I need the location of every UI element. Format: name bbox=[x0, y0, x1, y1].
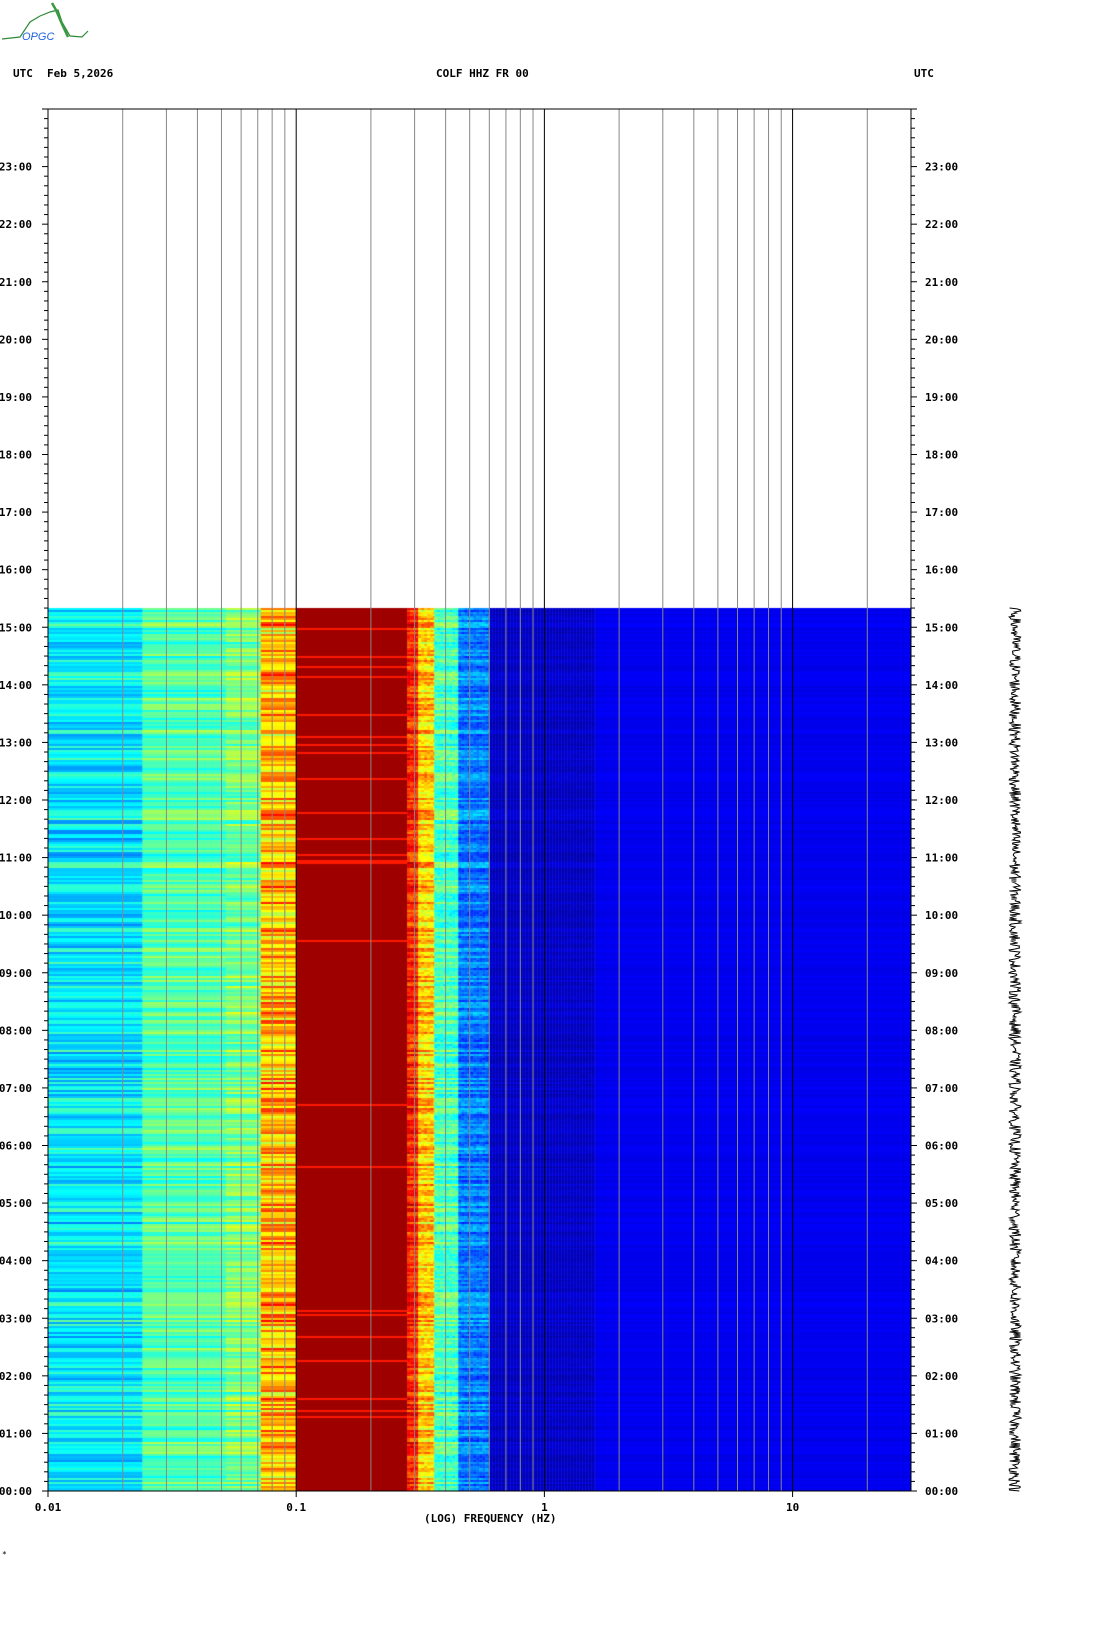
y-tick-label-left: 22:00 bbox=[0, 218, 32, 231]
y-tick-label-right: 18:00 bbox=[925, 449, 958, 462]
chart-overlay: 00:00 00:00 01:00 01:00 02:00 02:00 03:00 03:00… bbox=[0, 108, 1023, 1514]
y-tick-label-right: 04:00 bbox=[925, 1255, 958, 1268]
y-tick-label-right: 10:00 bbox=[925, 909, 958, 922]
y-tick-label-right: 16:00 bbox=[925, 564, 958, 577]
y-tick-label-left: 07:00 bbox=[0, 1082, 32, 1095]
y-tick-label-left: 14:00 bbox=[0, 679, 32, 692]
y-tick-label-right: 12:00 bbox=[925, 794, 958, 807]
spectrogram-page: OPGC UTC Feb 5,2026 COLF HHZ FR 00 UTC 0… bbox=[0, 0, 1102, 1634]
y-tick-label-right: 03:00 bbox=[925, 1312, 958, 1325]
y-tick-label-right: 02:00 bbox=[925, 1370, 958, 1383]
y-tick-label-right: 13:00 bbox=[925, 736, 958, 749]
y-tick-label-right: 01:00 bbox=[925, 1427, 958, 1440]
y-tick-label-left: 09:00 bbox=[0, 967, 32, 980]
x-axis-label: (LOG) FREQUENCY (HZ) bbox=[424, 1512, 557, 1525]
y-tick-label-left: 16:00 bbox=[0, 564, 32, 577]
y-tick-label-right: 07:00 bbox=[925, 1082, 958, 1095]
y-tick-label-right: 05:00 bbox=[925, 1197, 958, 1210]
y-tick-label-right: 09:00 bbox=[925, 967, 958, 980]
y-tick-label-left: 10:00 bbox=[0, 909, 32, 922]
y-tick-label-left: 00:00 bbox=[0, 1485, 32, 1498]
y-tick-label-left: 02:00 bbox=[0, 1370, 32, 1383]
y-tick-label-right: 14:00 bbox=[925, 679, 958, 692]
y-tick-label-left: 23:00 bbox=[0, 161, 32, 174]
y-tick-label-right: 15:00 bbox=[925, 621, 958, 634]
y-tick-label-left: 13:00 bbox=[0, 736, 32, 749]
y-tick-label-right: 11:00 bbox=[925, 852, 958, 865]
y-tick-label-left: 18:00 bbox=[0, 449, 32, 462]
y-tick-label-left: 06:00 bbox=[0, 1140, 32, 1153]
y-tick-label-left: 15:00 bbox=[0, 621, 32, 634]
y-tick-label-left: 03:00 bbox=[0, 1312, 32, 1325]
y-tick-label-right: 08:00 bbox=[925, 1024, 958, 1037]
y-tick-label-left: 21:00 bbox=[0, 276, 32, 289]
y-tick-label-left: 01:00 bbox=[0, 1427, 32, 1440]
seismogram-trace bbox=[1007, 607, 1023, 1492]
y-tick-label-right: 00:00 bbox=[925, 1485, 958, 1498]
y-tick-label-right: 20:00 bbox=[925, 333, 958, 346]
y-tick-label-left: 04:00 bbox=[0, 1255, 32, 1268]
y-tick-label-left: 19:00 bbox=[0, 391, 32, 404]
y-tick-label-left: 11:00 bbox=[0, 852, 32, 865]
y-tick-label-right: 21:00 bbox=[925, 276, 958, 289]
y-tick-label-right: 06:00 bbox=[925, 1140, 958, 1153]
y-tick-label-left: 17:00 bbox=[0, 506, 32, 519]
x-tick-label: 0.1 bbox=[286, 1501, 306, 1514]
y-tick-label-left: 20:00 bbox=[0, 333, 32, 346]
y-tick-label-left: 08:00 bbox=[0, 1024, 32, 1037]
y-tick-label-right: 17:00 bbox=[925, 506, 958, 519]
y-tick-label-right: 19:00 bbox=[925, 391, 958, 404]
x-tick-label: 0.01 bbox=[35, 1501, 62, 1514]
y-tick-label-left: 12:00 bbox=[0, 794, 32, 807]
y-tick-label-right: 23:00 bbox=[925, 161, 958, 174]
y-tick-label-right: 22:00 bbox=[925, 218, 958, 231]
x-tick-label: 10 bbox=[786, 1501, 799, 1514]
footer-mark: * bbox=[2, 1550, 7, 1559]
y-tick-label-left: 05:00 bbox=[0, 1197, 32, 1210]
